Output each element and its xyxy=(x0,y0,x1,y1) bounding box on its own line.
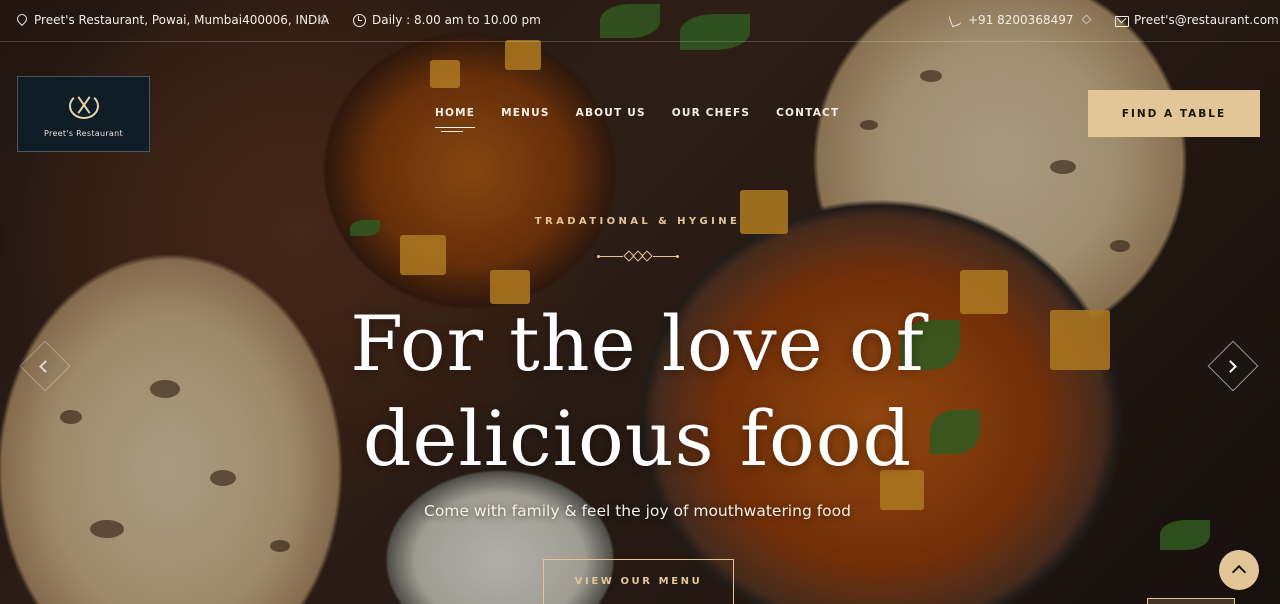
main-nav: HOME MENUS ABOUT US OUR CHEFS CONTACT xyxy=(435,107,839,132)
address-info: Preet's Restaurant, Powai, Mumbai400006,… xyxy=(15,13,329,27)
nav-home[interactable]: HOME xyxy=(435,107,476,132)
view-our-menu-button[interactable]: VIEW OUR MENU xyxy=(543,559,734,604)
hero-tagline: Come with family & feel the joy of mouth… xyxy=(424,502,851,520)
separator-diamond xyxy=(1081,14,1092,25)
fork-knife-wreath-icon xyxy=(67,91,101,121)
address-text: Preet's Restaurant, Powai, Mumbai400006,… xyxy=(34,13,330,27)
nav-about-us[interactable]: ABOUT US xyxy=(576,107,646,119)
hours-text: Daily : 8.00 am to 10.00 pm xyxy=(372,13,541,27)
hero-headline: For the love of delicious food xyxy=(0,296,1275,486)
logo-text: Preet's Restaurant xyxy=(44,128,123,138)
headline-line-1: For the love of xyxy=(350,299,925,388)
nav-our-chefs[interactable]: OUR CHEFS xyxy=(672,107,750,119)
divider-ornament xyxy=(597,250,679,262)
phone-icon xyxy=(949,14,961,26)
phone-info[interactable]: +91 8200368497 xyxy=(949,13,1074,27)
nav-contact[interactable]: CONTACT xyxy=(776,107,839,119)
hero-subtitle: TRADATIONAL & HYGINE xyxy=(534,216,741,227)
mail-icon xyxy=(1115,14,1129,27)
decorative-frame xyxy=(1147,598,1235,604)
headline-line-2: delicious food xyxy=(362,394,913,483)
chevron-up-icon xyxy=(1231,564,1247,580)
top-info-bar: Preet's Restaurant, Powai, Mumbai400006,… xyxy=(0,0,1280,42)
phone-text[interactable]: +91 8200368497 xyxy=(968,13,1074,27)
clock-icon xyxy=(353,14,366,27)
restaurant-logo[interactable]: Preet's Restaurant xyxy=(17,76,150,152)
nav-menus[interactable]: MENUS xyxy=(501,107,550,119)
email-text[interactable]: Preet's@restaurant.com xyxy=(1134,13,1279,27)
email-info[interactable]: Preet's@restaurant.com xyxy=(1115,13,1279,27)
location-pin-icon xyxy=(15,14,27,26)
hours-info: Daily : 8.00 am to 10.00 pm xyxy=(353,13,541,27)
find-a-table-button[interactable]: FIND A TABLE xyxy=(1088,90,1260,137)
scroll-to-top-button[interactable] xyxy=(1219,550,1259,590)
